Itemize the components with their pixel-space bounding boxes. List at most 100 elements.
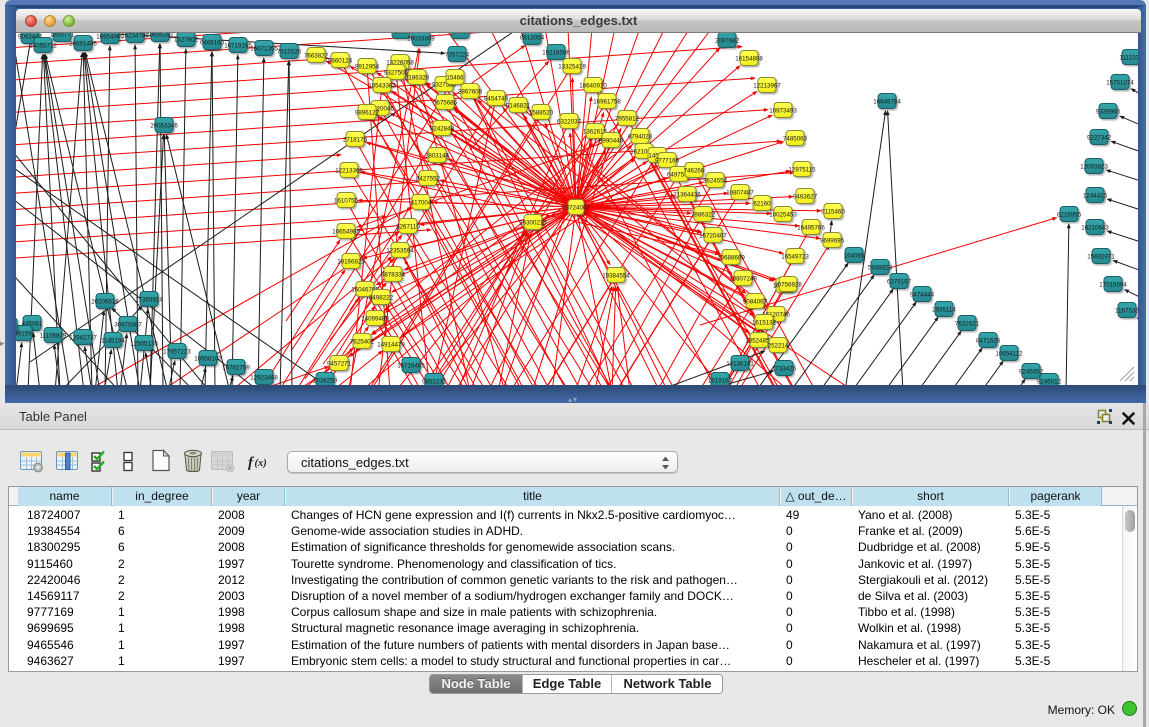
svg-text:1619167: 1619167 — [708, 378, 733, 385]
svg-text:15716485: 15716485 — [397, 363, 425, 370]
svg-text:19384554: 19384554 — [602, 273, 630, 280]
svg-text:20053346: 20053346 — [150, 123, 178, 130]
svg-text:7986322: 7986322 — [691, 212, 716, 219]
svg-text:164095: 164095 — [844, 253, 865, 260]
svg-text:25300213: 25300213 — [519, 220, 547, 227]
svg-text:15720407: 15720407 — [699, 233, 727, 240]
svg-text:8660124: 8660124 — [328, 58, 353, 65]
svg-text:20691406: 20691406 — [69, 41, 97, 48]
svg-text:16154808: 16154808 — [735, 56, 763, 63]
svg-text:1527602: 1527602 — [174, 37, 199, 44]
svg-text:9115460: 9115460 — [821, 209, 845, 216]
svg-text:10025453: 10025453 — [769, 212, 797, 219]
svg-text:1167533: 1167533 — [1115, 308, 1138, 315]
svg-text:12093823: 12093823 — [1080, 164, 1108, 171]
svg-text:30975887: 30975887 — [114, 322, 142, 329]
svg-text:2718176: 2718176 — [343, 137, 368, 144]
svg-text:1588520: 1588520 — [529, 110, 554, 117]
svg-text:16954960: 16954960 — [96, 34, 124, 41]
svg-text:19218506: 19218506 — [542, 50, 570, 57]
svg-text:1805771: 1805771 — [50, 33, 75, 39]
svg-text:12942737: 12942737 — [69, 335, 97, 342]
svg-text:16495766: 16495766 — [797, 225, 825, 232]
svg-text:9457271: 9457271 — [327, 361, 352, 368]
svg-text:252214: 252214 — [768, 343, 789, 350]
svg-text:12213967: 12213967 — [753, 83, 781, 90]
svg-text:2087682: 2087682 — [715, 38, 740, 45]
svg-text:9699695: 9699695 — [820, 238, 845, 245]
svg-text:21364436: 21364436 — [673, 192, 701, 199]
svg-text:9245652: 9245652 — [1019, 369, 1044, 376]
svg-text:8990448: 8990448 — [599, 138, 624, 145]
svg-text:18724007: 18724007 — [562, 205, 590, 212]
svg-text:1610755: 1610755 — [334, 198, 359, 205]
svg-text:13325419: 13325419 — [558, 64, 586, 71]
svg-text:746266: 746266 — [684, 168, 705, 175]
svg-text:10807487: 10807487 — [726, 190, 754, 197]
svg-text:9896122: 9896122 — [355, 110, 380, 117]
svg-text:8912954: 8912954 — [355, 64, 380, 71]
svg-text:7663822: 7663822 — [304, 53, 329, 60]
svg-text:10654985: 10654985 — [332, 229, 360, 236]
svg-text:14136141: 14136141 — [726, 361, 754, 368]
svg-text:16961758: 16961758 — [593, 99, 621, 106]
svg-text:3267110: 3267110 — [396, 224, 420, 231]
svg-text:9245012: 9245012 — [1037, 379, 1062, 386]
svg-text:8878334: 8878334 — [381, 272, 406, 279]
svg-text:8813054: 8813054 — [520, 35, 545, 42]
svg-text:7955812: 7955812 — [615, 116, 640, 123]
svg-text:8427552: 8427552 — [416, 176, 441, 183]
svg-text:2803144: 2803144 — [425, 153, 450, 160]
svg-text:17957223: 17957223 — [163, 349, 191, 356]
svg-text:9777169: 9777169 — [655, 158, 680, 165]
svg-text:16210643: 16210643 — [1081, 225, 1109, 232]
svg-text:15751074: 15751074 — [1106, 80, 1134, 87]
svg-text:1112334: 1112334 — [1119, 55, 1138, 62]
svg-text:6322037: 6322037 — [557, 119, 582, 126]
svg-text:7632621: 7632621 — [955, 321, 980, 328]
svg-text:17016504: 17016504 — [1099, 282, 1127, 289]
svg-text:8454749: 8454749 — [484, 96, 509, 103]
svg-text:6466160: 6466160 — [200, 40, 225, 47]
svg-text:9948: 9948 — [453, 33, 467, 36]
svg-text:9084067: 9084067 — [743, 299, 768, 306]
svg-text:39159: 39159 — [16, 331, 32, 338]
svg-text:10719155: 10719155 — [224, 43, 252, 50]
svg-text:62160: 62160 — [753, 201, 771, 208]
svg-text:16648784: 16648784 — [873, 99, 901, 106]
svg-text:17359924: 17359924 — [135, 297, 163, 304]
svg-text:10033809: 10033809 — [407, 36, 435, 43]
svg-text:7485063: 7485063 — [783, 136, 808, 143]
svg-text:10655287: 10655287 — [146, 33, 174, 39]
svg-text:10958107: 10958107 — [194, 356, 222, 363]
svg-text:8471626: 8471626 — [976, 338, 1001, 345]
svg-text:18640910: 18640910 — [579, 83, 607, 90]
svg-text:18807249: 18807249 — [729, 276, 757, 283]
svg-text:10234789: 10234789 — [121, 33, 149, 40]
svg-text:9474444: 9474444 — [910, 292, 935, 299]
svg-text:11156829: 11156829 — [40, 333, 67, 340]
svg-text:12505135: 12505135 — [130, 341, 158, 348]
svg-text:16549723: 16549723 — [781, 254, 809, 261]
svg-text:5938923: 5938923 — [868, 265, 893, 272]
svg-text:10654112: 10654112 — [995, 351, 1023, 358]
svg-text:15692971: 15692971 — [1087, 254, 1115, 261]
svg-text:(x): (x) — [255, 458, 267, 469]
svg-text:5675685: 5675685 — [433, 100, 458, 107]
svg-text:2867608: 2867608 — [458, 89, 483, 96]
svg-text:9463627: 9463627 — [793, 194, 818, 201]
svg-text:10973493: 10973493 — [769, 108, 797, 115]
svg-text:8186328: 8186328 — [405, 75, 430, 82]
svg-text:7625402: 7625402 — [350, 339, 375, 346]
svg-text:19166825: 19166825 — [337, 259, 365, 266]
svg-text:1036259: 1036259 — [313, 378, 338, 385]
svg-text:15466: 15466 — [446, 75, 464, 82]
svg-text:12923468: 12923468 — [250, 375, 278, 382]
svg-text:20206536: 20206536 — [91, 299, 119, 306]
svg-text:9853232: 9853232 — [422, 379, 447, 386]
svg-text:1244415: 1244415 — [1083, 193, 1108, 200]
svg-text:6379197: 6379197 — [887, 279, 912, 286]
svg-text:7515526: 7515526 — [277, 49, 302, 56]
svg-text:12213369: 12213369 — [335, 168, 363, 175]
svg-text:10756928: 10756928 — [774, 282, 802, 289]
